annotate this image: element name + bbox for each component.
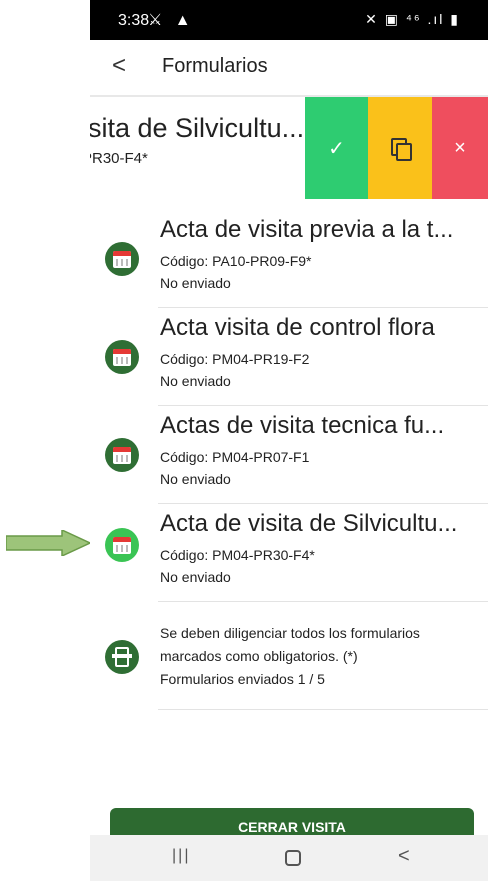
calendar-icon bbox=[105, 340, 139, 374]
form-status: No enviado bbox=[160, 373, 231, 389]
form-title: Acta de visita previa a la t... bbox=[160, 216, 454, 243]
form-title: Acta visita de control flora bbox=[160, 314, 435, 341]
page-title: Formularios bbox=[162, 55, 268, 77]
list-item[interactable]: Acta de visita de Silvicultu... Código: … bbox=[90, 504, 488, 602]
calendar-icon bbox=[105, 242, 139, 276]
divider bbox=[158, 709, 488, 710]
form-title: Acta de visita de Silvicultu... bbox=[160, 510, 458, 537]
form-title: Actas de visita tecnica fu... bbox=[160, 412, 445, 439]
home-button[interactable] bbox=[285, 850, 301, 866]
phone-icon bbox=[105, 640, 139, 674]
system-icons: ✕ ▣ ⁴⁶ .ıl ▮ bbox=[365, 11, 460, 27]
status-time: 3:38 bbox=[118, 12, 150, 29]
info-line: marcados como obligatorios. (*) bbox=[160, 648, 358, 664]
sent-count: Formularios enviados 1 / 5 bbox=[160, 671, 325, 687]
list-item[interactable]: Acta de visita previa a la t... Código: … bbox=[90, 210, 488, 308]
info-message: Se deben diligenciar todos los formulari… bbox=[90, 606, 488, 710]
list-item[interactable]: Acta visita de control flora Código: PM0… bbox=[90, 308, 488, 406]
system-nav-bar: ||| < bbox=[90, 835, 488, 881]
system-back-button[interactable]: < bbox=[398, 845, 410, 868]
check-icon: ✓ bbox=[328, 137, 345, 160]
form-status: No enviado bbox=[160, 471, 231, 487]
info-line: Se deben diligenciar todos los formulari… bbox=[160, 625, 420, 641]
divider bbox=[158, 601, 488, 602]
info-text: Se deben diligenciar todos los formulari… bbox=[160, 622, 485, 691]
back-button[interactable]: < bbox=[112, 52, 126, 80]
form-code: Código: PM04-PR30-F4* bbox=[160, 547, 315, 563]
phone-screen: 3:38 ⚔ ▲ ✕ ▣ ⁴⁶ .ıl ▮ < Formularios isit… bbox=[90, 0, 488, 881]
form-status: No enviado bbox=[160, 275, 231, 291]
copy-icon bbox=[391, 138, 412, 161]
recent-apps-button[interactable]: ||| bbox=[172, 847, 190, 865]
app-bar: < Formularios bbox=[90, 40, 488, 95]
copy-action-button[interactable] bbox=[368, 97, 432, 199]
form-code: Código: PM04-PR19-F2 bbox=[160, 351, 310, 367]
confirm-action-button[interactable]: ✓ bbox=[305, 97, 368, 199]
calendar-icon bbox=[105, 438, 139, 472]
swiped-list-item[interactable]: isita de Silvicultu... PR30-F4* ✓ × bbox=[90, 97, 488, 199]
form-status: No enviado bbox=[160, 569, 231, 585]
swiped-item-title: isita de Silvicultu... bbox=[90, 113, 305, 143]
form-code: Código: PM04-PR07-F1 bbox=[160, 449, 310, 465]
pointer-arrow-icon bbox=[6, 530, 90, 556]
form-code: Código: PA10-PR09-F9* bbox=[160, 253, 312, 269]
status-bar: 3:38 ⚔ ▲ ✕ ▣ ⁴⁶ .ıl ▮ bbox=[90, 0, 488, 40]
delete-action-button[interactable]: × bbox=[432, 97, 488, 199]
close-icon: × bbox=[454, 136, 466, 159]
list-item[interactable]: Actas de visita tecnica fu... Código: PM… bbox=[90, 406, 488, 504]
notification-icons: ⚔ ▲ bbox=[148, 12, 195, 29]
calendar-icon bbox=[105, 528, 139, 562]
swiped-item-code: PR30-F4* bbox=[90, 150, 148, 167]
